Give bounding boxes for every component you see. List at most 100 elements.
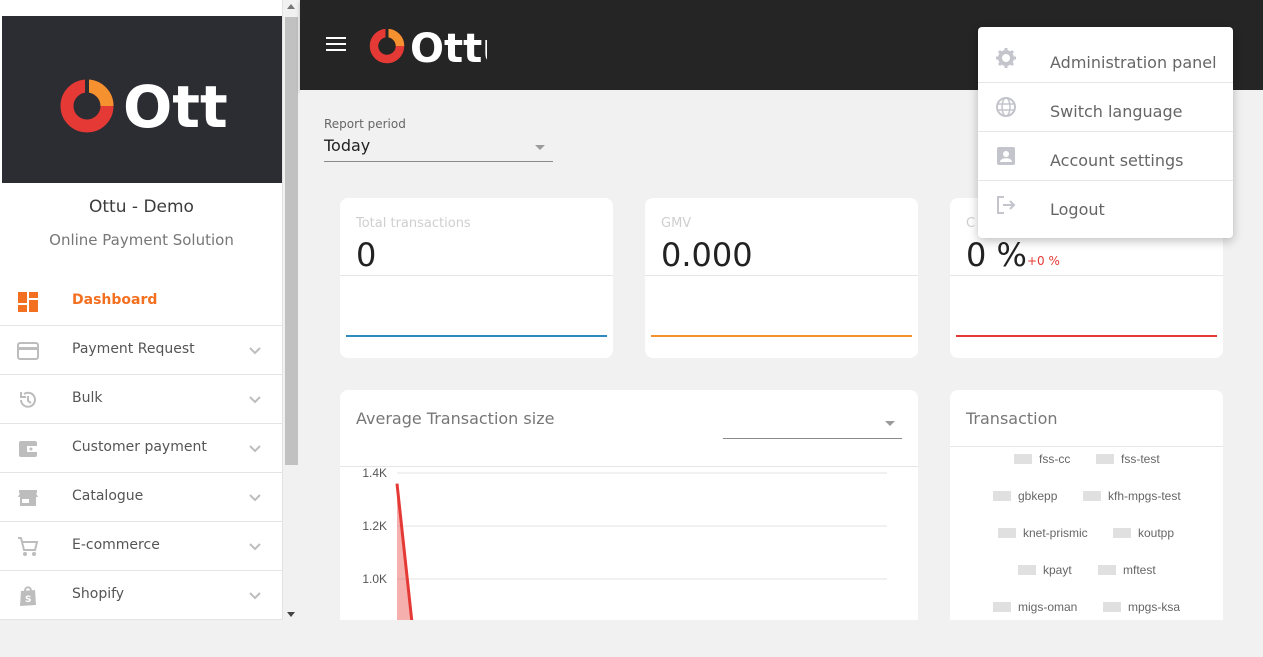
account-box-icon: [997, 147, 1015, 165]
dropdown-arrow-icon: [885, 421, 895, 426]
legend-label: migs-oman: [1018, 600, 1078, 614]
svg-text:Ottu: Ottu: [410, 26, 487, 70]
legend-label: mpgs-ksa: [1128, 600, 1181, 614]
sidebar-logo-panel: Ottu: [2, 16, 282, 183]
sparkline: [956, 335, 1217, 337]
dashboard-icon: [18, 292, 38, 312]
menu-item-label: Logout: [1050, 200, 1105, 219]
legend-item[interactable]: mftest: [1098, 563, 1156, 577]
legend-label: kfh-mpgs-test: [1108, 489, 1181, 503]
sparkline: [346, 335, 607, 337]
globe-icon: [996, 97, 1016, 117]
store-icon: [18, 490, 38, 506]
legend-item[interactable]: gbkepp: [993, 489, 1057, 503]
sidebar-item-label: Dashboard: [72, 292, 158, 308]
sidebar-item-e-commerce[interactable]: E-commerce: [0, 522, 282, 571]
legend-label: kpayt: [1043, 563, 1072, 577]
avg-transaction-chart: 1.4K 1.2K 1.0K: [362, 466, 887, 620]
sidebar-scrollbar[interactable]: [283, 0, 300, 620]
chevron-down-icon: [249, 347, 261, 355]
sidebar-item-label: Customer payment: [72, 439, 207, 455]
avg-transaction-filter-select[interactable]: [723, 410, 902, 439]
sidebar-item-catalogue[interactable]: Catalogue: [0, 473, 282, 522]
menu-item-label: Switch language: [1050, 102, 1183, 121]
legend-item[interactable]: migs-oman: [993, 600, 1077, 614]
report-period-select[interactable]: Today: [324, 134, 553, 162]
legend-item[interactable]: kfh-mpgs-test: [1083, 489, 1181, 503]
menu-item-label: Administration panel: [1050, 53, 1217, 72]
divider: [340, 275, 613, 276]
cart-icon: [18, 537, 39, 556]
report-period-label: Report period: [324, 117, 406, 131]
chevron-down-icon: [249, 592, 261, 600]
sidebar: Ottu Ottu - Demo Online Payment Solution…: [0, 0, 283, 620]
chevron-down-icon: [249, 543, 261, 551]
stat-value: 0.000: [661, 236, 753, 274]
menu-item-switch-language[interactable]: Switch language: [978, 83, 1233, 132]
legend-swatch: [1014, 454, 1032, 464]
chevron-down-icon: [249, 445, 261, 453]
company-name: Ottu - Demo: [89, 197, 194, 217]
gear-icon: [996, 48, 1016, 68]
sidebar-item-bulk[interactable]: Bulk: [0, 375, 282, 424]
sidebar-item-label: Shopify: [72, 586, 125, 602]
legend-swatch: [998, 528, 1016, 538]
sidebar-item-label: Catalogue: [72, 488, 144, 504]
sidebar-item-label: Payment Request: [72, 341, 195, 357]
legend-label: gbkepp: [1018, 489, 1058, 503]
scroll-down-arrow[interactable]: [287, 612, 295, 617]
legend-label: koutpp: [1138, 526, 1175, 540]
sidebar-item-label: Bulk: [72, 390, 103, 406]
legend-item[interactable]: koutpp: [1113, 526, 1174, 540]
legend-swatch: [1083, 491, 1101, 501]
sparkline: [651, 335, 912, 337]
average-transaction-size-card: Average Transaction size 1.4K 1.2K 1.0K: [340, 390, 918, 620]
stat-label: C: [966, 216, 976, 231]
stat-delta: +0 %: [1027, 254, 1060, 268]
legend-label: mftest: [1123, 563, 1156, 577]
menu-item-logout[interactable]: Logout: [978, 181, 1233, 230]
legend-item[interactable]: mpgs-ksa: [1103, 600, 1180, 614]
transaction-card: Transaction fss-cc fss-test gbkepp kfh-mpgs…: [950, 390, 1223, 620]
legend-item[interactable]: kpayt: [1018, 563, 1072, 577]
wallet-icon: [19, 441, 37, 457]
y-tick-label: 1.0K: [362, 572, 387, 586]
hamburger-menu-icon[interactable]: [326, 37, 346, 53]
menu-item-account-settings[interactable]: Account settings: [978, 132, 1233, 181]
legend-label: fss-test: [1121, 452, 1160, 466]
scroll-up-arrow[interactable]: [287, 4, 295, 9]
divider: [950, 275, 1223, 276]
sidebar-item-payment-request[interactable]: Payment Request: [0, 326, 282, 375]
report-period-value: Today: [324, 136, 371, 155]
legend-label: fss-cc: [1039, 452, 1071, 466]
sidebar-item-customer-payment[interactable]: Customer payment: [0, 424, 282, 473]
scrollbar-thumb[interactable]: [285, 17, 298, 465]
dropdown-arrow-icon: [535, 145, 545, 150]
legend-item[interactable]: fss-cc: [1014, 452, 1070, 466]
legend-item[interactable]: knet-prismic: [998, 526, 1088, 540]
chevron-down-icon: [249, 396, 261, 404]
legend-label: knet-prismic: [1023, 526, 1088, 540]
header-ottu-logo: Ottu: [369, 25, 487, 70]
chevron-down-icon: [249, 494, 261, 502]
ottu-logo: Ottu: [60, 73, 229, 141]
menu-item-label: Account settings: [1050, 151, 1184, 170]
y-tick-label: 1.2K: [362, 519, 387, 533]
menu-item-administration-panel[interactable]: Administration panel: [978, 34, 1233, 83]
company-tagline: Online Payment Solution: [49, 231, 234, 249]
credit-card-icon: [17, 342, 39, 360]
legend-swatch: [1096, 454, 1114, 464]
card-title: Average Transaction size: [356, 409, 555, 428]
sidebar-item-label: E-commerce: [72, 537, 160, 553]
sidebar-item-shopify[interactable]: S Shopify: [0, 571, 282, 620]
stat-value: 0 %: [966, 236, 1027, 274]
shopify-bag-icon: S: [20, 586, 36, 606]
svg-text:Ottu: Ottu: [123, 73, 229, 141]
sidebar-nav: Dashboard Payment Request Bulk Customer …: [0, 277, 282, 620]
stat-label: GMV: [661, 216, 692, 231]
legend-item[interactable]: fss-test: [1096, 452, 1160, 466]
stat-label: Total transactions: [356, 216, 471, 231]
history-icon: [20, 391, 36, 408]
legend-swatch: [993, 602, 1011, 612]
sidebar-item-dashboard[interactable]: Dashboard: [0, 277, 282, 326]
